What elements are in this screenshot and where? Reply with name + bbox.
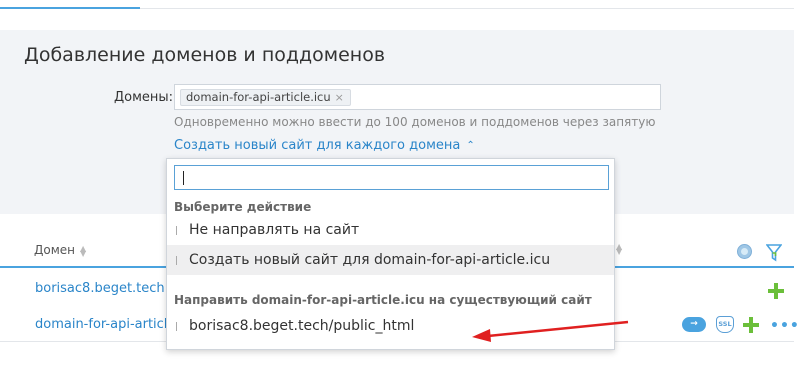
column-header-domain-label: Домен (34, 243, 75, 257)
create-site-toggle[interactable]: Создать новый сайт для каждого домена ⌃ (174, 138, 475, 153)
domain-link[interactable]: borisac8.beget.tech (35, 281, 165, 296)
dropdown-search-input[interactable] (174, 165, 609, 190)
domain-tag-label: domain-for-api-article.icu (186, 90, 331, 104)
add-subdomain-icon[interactable] (743, 317, 759, 333)
top-strip (0, 0, 804, 12)
column-header-domain[interactable]: Домен ▲ ▼ (34, 243, 86, 257)
sort-icon: ▲ ▼ (80, 243, 87, 258)
panel-title: Добавление доменов и поддоменов (24, 44, 386, 66)
filter-icon[interactable] (766, 244, 782, 262)
globe-icon[interactable] (737, 244, 752, 259)
ssl-icon[interactable]: SSL (716, 316, 734, 333)
domains-label: Домены: (114, 90, 174, 105)
domain-tag: domain-for-api-article.icu × (180, 89, 351, 106)
dropdown-option-no-redirect[interactable]: Не направлять на сайт (167, 215, 614, 245)
redirect-icon[interactable]: → (682, 317, 706, 332)
annotation-arrow (472, 320, 629, 342)
dropdown-group-label: Выберите действие (174, 200, 312, 214)
domains-hint: Одновременно можно ввести до 100 доменов… (174, 115, 656, 129)
more-icon[interactable]: ••• (770, 318, 800, 334)
domains-input[interactable]: domain-for-api-article.icu × (174, 84, 661, 110)
dropdown-option-create-site[interactable]: Создать новый сайт для domain-for-api-ar… (167, 245, 614, 275)
text-caret (183, 171, 184, 185)
active-tab-underline (0, 7, 140, 9)
sort-icon[interactable]: ▲ ▼ (616, 243, 622, 256)
chevron-up-icon: ⌃ (466, 140, 475, 151)
dropdown-group-label: Направить domain-for-api-article.icu на … (174, 293, 592, 307)
remove-tag-icon[interactable]: × (335, 91, 344, 104)
add-subdomain-icon[interactable] (768, 283, 784, 299)
create-site-toggle-label: Создать новый сайт для каждого домена (174, 138, 461, 153)
